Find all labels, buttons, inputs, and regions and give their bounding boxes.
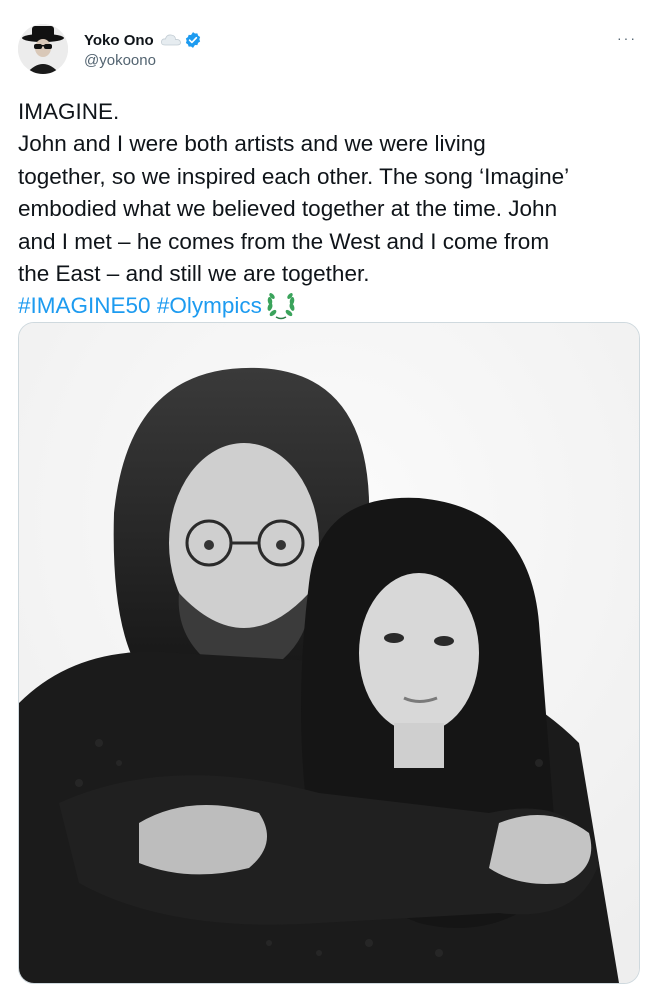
tweet-heading: IMAGINE. — [18, 99, 120, 124]
tweet-body-line: John and I were both artists and we were… — [18, 131, 486, 157]
tweet-header: Yoko Ono @yokoono ··· — [0, 0, 650, 90]
more-options-button[interactable]: ··· — [612, 28, 642, 48]
avatar-image — [18, 24, 68, 74]
tweet-body-line: embodied what we believed together at th… — [18, 196, 558, 222]
hashtag-row: #IMAGINE50 #Olympics — [18, 290, 638, 322]
tweet-text: IMAGINE. John and I were both artists an… — [18, 96, 638, 323]
olympic-laurel-icon — [264, 291, 298, 321]
tweet-media-photo[interactable] — [18, 322, 640, 984]
author-display-name[interactable]: Yoko Ono — [84, 32, 154, 49]
photo-image — [19, 323, 639, 983]
tweet-body-line: the East – and still we are together. — [18, 261, 370, 287]
more-options-icon: ··· — [617, 30, 637, 46]
verified-badge-icon — [184, 31, 202, 49]
cloud-icon — [160, 32, 182, 48]
hashtag-olympics[interactable]: #Olympics — [157, 293, 262, 318]
avatar[interactable] — [18, 24, 68, 74]
hashtag-imagine50[interactable]: #IMAGINE50 — [18, 293, 151, 318]
tweet-body-line: and I met – he comes from the West and I… — [18, 228, 550, 254]
tweet-body-line: together, so we inspired each other. The… — [18, 163, 570, 189]
author-name-row: Yoko Ono — [84, 30, 202, 50]
author-handle[interactable]: @yokoono — [84, 52, 156, 69]
